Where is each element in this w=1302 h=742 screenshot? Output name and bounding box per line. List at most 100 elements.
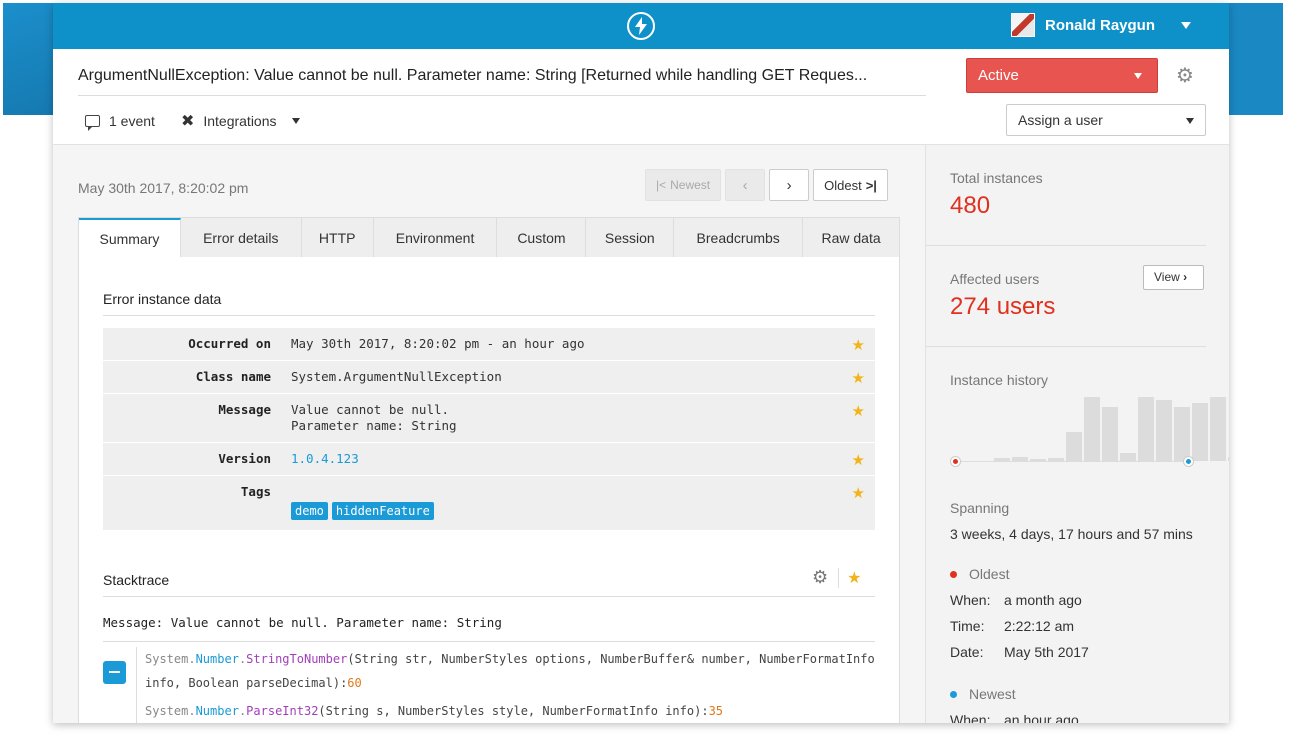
view-users-button[interactable]: View › <box>1143 265 1204 290</box>
events-count: 1 event <box>109 113 155 129</box>
instance-data-table: Occurred on May 30th 2017, 8:20:02 pm - … <box>103 328 875 531</box>
raygun-logo-icon[interactable] <box>627 12 655 40</box>
chevron-down-icon <box>1134 73 1142 79</box>
newest-legend: Newest <box>950 686 1206 702</box>
frame-namespace: System. <box>145 652 196 666</box>
error-meta-bar: 1 event ✖ Integrations <box>85 111 326 131</box>
history-bar <box>1156 400 1172 461</box>
history-baseline <box>955 461 1187 462</box>
instance-history-chart <box>950 395 1229 467</box>
total-instances-label: Total instances <box>950 170 1043 186</box>
oldest-label: Oldest <box>969 566 1010 582</box>
sidebar: Total instances 480 Affected users 274 u… <box>925 145 1229 723</box>
collapse-toggle[interactable] <box>103 661 126 684</box>
tab-bar: Summary Error details HTTP Environment C… <box>78 217 900 258</box>
tab-http[interactable]: HTTP <box>302 218 374 258</box>
tab-summary[interactable]: Summary <box>79 218 181 258</box>
events-link[interactable]: 1 event <box>85 113 155 131</box>
star-icon[interactable]: ★ <box>852 484 865 502</box>
history-bar <box>1210 397 1226 461</box>
skip-last-icon: >| <box>865 177 877 193</box>
newest-button[interactable]: |< Newest <box>645 169 722 201</box>
oldest-when: When: a month ago <box>950 592 1206 608</box>
avatar <box>1011 13 1035 37</box>
divider <box>926 346 1206 347</box>
blue-dot-icon <box>950 690 957 698</box>
integrations-dropdown[interactable]: ✖ Integrations <box>181 111 300 131</box>
date-label: Date: <box>950 644 984 660</box>
stack-frames: System.Number.StringToNumber(String str,… <box>136 647 876 723</box>
oldest-marker <box>951 457 960 466</box>
divider <box>926 245 1206 246</box>
newest-label: Newest <box>670 178 711 192</box>
oldest-info: Oldest When: a month ago Time: 2:22:12 am … <box>950 566 1206 660</box>
status-dropdown[interactable]: Active <box>966 58 1158 93</box>
background-wedge <box>3 3 53 115</box>
newest-when: When: an hour ago <box>950 712 1206 723</box>
when-label: When: <box>950 712 991 723</box>
instance-pager: |< Newest ‹ › Oldest >| <box>645 169 888 201</box>
star-icon[interactable]: ★ <box>838 567 861 588</box>
newest-label: Newest <box>969 686 1016 702</box>
tag-badge[interactable]: hiddenFeature <box>331 502 434 520</box>
user-name: Ronald Raygun <box>1045 16 1156 34</box>
star-icon[interactable]: ★ <box>852 336 865 354</box>
instance-date: May 30th 2017, 8:20:02 pm <box>78 180 249 196</box>
chevron-down-icon <box>1186 118 1194 124</box>
spanning-label: Spanning <box>950 500 1010 516</box>
table-row: Tags demo hiddenFeature ★ <box>103 476 875 531</box>
row-value: demo hiddenFeature <box>291 484 438 520</box>
date-value: May 5th 2017 <box>1004 644 1089 660</box>
history-bar <box>1066 432 1082 461</box>
assign-user-dropdown[interactable]: Assign a user <box>1006 104 1206 136</box>
tab-session[interactable]: Session <box>586 218 675 258</box>
user-menu[interactable]: Ronald Raygun <box>1011 13 1192 37</box>
next-button[interactable]: › <box>769 169 810 201</box>
tab-error-details[interactable]: Error details <box>181 218 302 258</box>
row-value: System.ArgumentNullException <box>291 369 502 384</box>
instance-data-title: Error instance data <box>103 291 222 307</box>
newest-marker <box>1184 457 1193 466</box>
oldest-time: Time: 2:22:12 am <box>950 618 1206 634</box>
row-key: Tags <box>240 484 271 499</box>
gear-icon[interactable]: ⚙ <box>1176 66 1194 86</box>
tab-environment[interactable]: Environment <box>374 218 498 258</box>
page-title: ArgumentNullException: Value cannot be n… <box>78 67 926 96</box>
history-bar <box>1120 453 1136 461</box>
version-link[interactable]: 1.0.4.123 <box>291 451 359 467</box>
history-bar <box>1138 397 1154 461</box>
tab-raw-data[interactable]: Raw data <box>803 218 899 258</box>
frame-namespace: System. <box>145 704 196 718</box>
when-value: an hour ago <box>1004 712 1079 723</box>
top-bar: Ronald Raygun <box>53 3 1229 49</box>
star-icon[interactable]: ★ <box>852 451 865 469</box>
history-bar <box>1102 406 1118 461</box>
frame-line: 35 <box>708 704 724 718</box>
history-bar <box>1192 403 1208 461</box>
row-key: Occurred on <box>188 336 271 351</box>
frame-class: Number <box>195 652 239 666</box>
puzzle-icon: ✖ <box>180 113 195 130</box>
oldest-button[interactable]: Oldest >| <box>813 169 888 201</box>
summary-panel: Error instance data Occurred on May 30th… <box>78 257 900 723</box>
frame-line: 60 <box>347 676 362 690</box>
view-label: View <box>1154 270 1180 284</box>
history-bar <box>1084 397 1100 461</box>
table-row: Message Value cannot be null. Parameter … <box>103 394 875 443</box>
gear-icon[interactable]: ⚙ <box>812 567 828 588</box>
main-content: May 30th 2017, 8:20:02 pm |< Newest ‹ › … <box>53 145 925 723</box>
tab-custom[interactable]: Custom <box>497 218 587 258</box>
tab-breadcrumbs[interactable]: Breadcrumbs <box>674 218 804 258</box>
star-icon[interactable]: ★ <box>852 369 865 387</box>
previous-button[interactable]: ‹ <box>725 169 766 201</box>
when-label: When: <box>950 592 991 608</box>
stacktrace-title: Stacktrace <box>103 572 170 588</box>
red-dot-icon <box>950 570 957 578</box>
time-value: 2:22:12 am <box>1004 618 1075 634</box>
star-icon[interactable]: ★ <box>852 402 865 420</box>
chevron-down-icon <box>291 118 300 124</box>
history-bar <box>1228 457 1229 461</box>
frame-class: Number <box>195 704 239 718</box>
tag-badge[interactable]: demo <box>291 502 328 520</box>
oldest-label: Oldest <box>824 177 862 193</box>
